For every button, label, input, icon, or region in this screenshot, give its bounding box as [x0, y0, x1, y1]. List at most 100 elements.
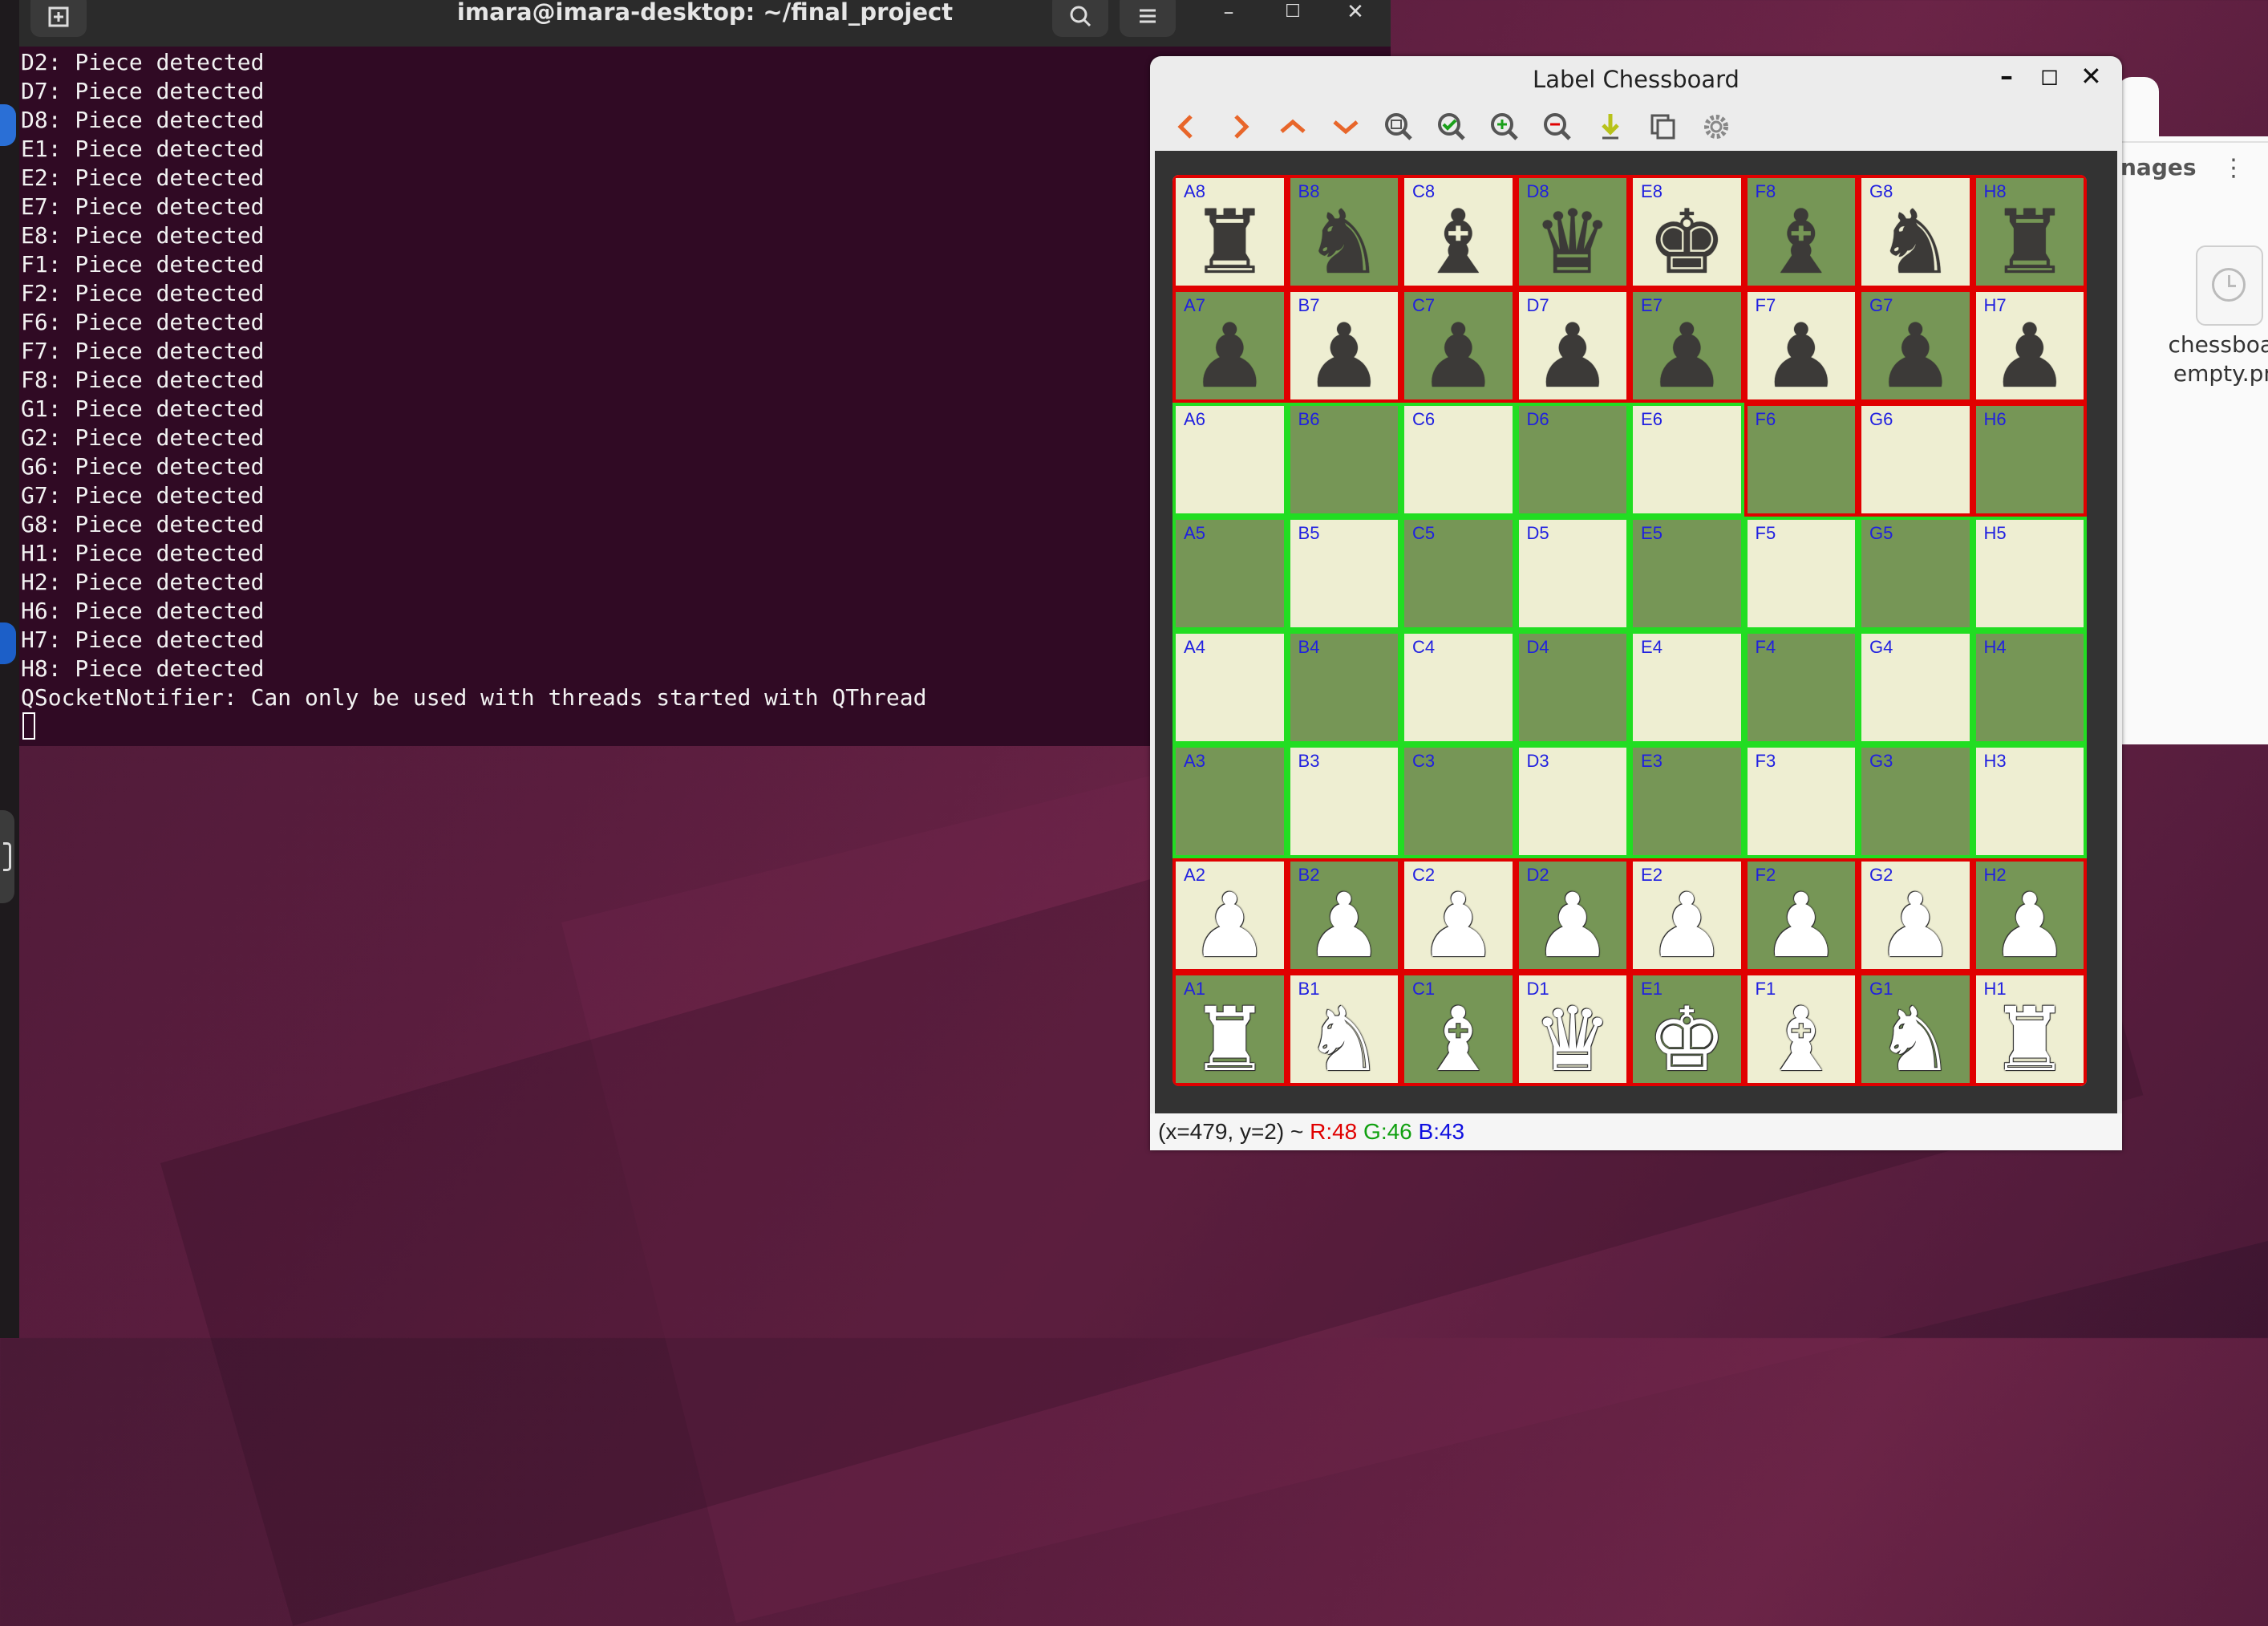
close-button[interactable]: ✕ — [2080, 61, 2102, 91]
terminal-cursor — [22, 712, 35, 740]
dock-app-terminal-icon[interactable] — [0, 810, 14, 903]
square-a3[interactable]: A3 — [1172, 744, 1287, 858]
square-d3[interactable]: D3 — [1515, 744, 1630, 858]
square-e7[interactable]: E7 ♟ — [1630, 289, 1744, 408]
terminal-line: G7: Piece detected — [21, 482, 265, 509]
square-a6[interactable]: A6 — [1172, 403, 1287, 517]
square-d2[interactable]: D2 ♟ — [1515, 858, 1630, 974]
fit-zoom-icon[interactable] — [1381, 109, 1416, 144]
square-f2[interactable]: F2 ♟ — [1744, 858, 1858, 974]
menu-button[interactable] — [1120, 0, 1176, 37]
square-a8[interactable]: A8 ♜ — [1172, 175, 1287, 290]
settings-gear-icon[interactable] — [1699, 109, 1734, 144]
square-d1[interactable]: D1 ♛ — [1515, 972, 1630, 1086]
square-f7[interactable]: F7 ♟ — [1744, 289, 1858, 404]
square-f3[interactable]: F3 — [1744, 744, 1858, 858]
square-a1[interactable]: A1 ♜ — [1172, 972, 1287, 1086]
check-icon[interactable] — [1434, 109, 1469, 144]
chessboard[interactable]: A8 ♜ B8 ♞ C8 ♝ D8 ♛ E8 ♚ F8 ♝ G8 ♞ H8 ♜ A7 ♟ B7 ♟ C7 ♟ D7 ♟ E7 ♟ F… — [1172, 175, 2087, 1086]
square-b1[interactable]: B1 ♞ — [1286, 972, 1401, 1086]
square-d8[interactable]: D8 ♛ — [1515, 175, 1630, 290]
close-button[interactable]: ✕ — [1339, 0, 1371, 24]
square-b4[interactable]: B4 — [1286, 631, 1401, 744]
square-c7[interactable]: C7 ♟ — [1401, 289, 1516, 408]
terminal-line: E2: Piece detected — [21, 164, 265, 191]
square-b3[interactable]: B3 — [1286, 744, 1401, 858]
search-button[interactable] — [1052, 0, 1108, 37]
square-c2[interactable]: C2 ♟ — [1401, 858, 1516, 974]
square-f5[interactable]: F5 — [1744, 517, 1858, 631]
square-h8[interactable]: H8 ♜ — [1972, 175, 2087, 290]
square-f8[interactable]: F8 ♝ — [1744, 175, 1858, 290]
down-arrow-icon[interactable] — [1328, 109, 1363, 144]
minimize-button[interactable]: – — [2000, 61, 2013, 91]
black-piece-icon: ♟ — [1418, 305, 1498, 408]
square-d5[interactable]: D5 — [1515, 517, 1630, 631]
square-c5[interactable]: C5 — [1401, 517, 1516, 631]
dock-app-icon[interactable] — [0, 622, 16, 664]
zoom-out-icon[interactable] — [1540, 109, 1575, 144]
square-a5[interactable]: A5 — [1172, 517, 1287, 631]
square-g2[interactable]: G2 ♟ — [1858, 858, 1973, 974]
square-c3[interactable]: C3 — [1401, 744, 1516, 858]
up-arrow-icon[interactable] — [1275, 109, 1310, 144]
square-g8[interactable]: G8 ♞ — [1858, 175, 1973, 290]
square-label: F4 — [1755, 637, 1776, 657]
download-icon[interactable] — [1593, 109, 1628, 144]
next-arrow-icon[interactable] — [1222, 109, 1258, 144]
image-canvas[interactable]: A8 ♜ B8 ♞ C8 ♝ D8 ♛ E8 ♚ F8 ♝ G8 ♞ H8 ♜ A7 ♟ B7 ♟ C7 ♟ D7 ♟ E7 ♟ F… — [1155, 151, 2117, 1113]
square-g1[interactable]: G1 ♞ — [1858, 972, 1973, 1086]
square-a4[interactable]: A4 — [1172, 631, 1287, 744]
square-d6[interactable]: D6 — [1515, 403, 1630, 517]
square-g7[interactable]: G7 ♟ — [1858, 289, 1973, 404]
square-h6[interactable]: H6 — [1972, 403, 2087, 517]
prev-arrow-icon[interactable] — [1169, 109, 1205, 144]
terminal-output[interactable]: D2: Piece detected D7: Piece detected D8: … — [21, 48, 926, 740]
square-c6[interactable]: C6 — [1401, 403, 1516, 517]
copy-icon[interactable] — [1646, 109, 1681, 144]
square-h1[interactable]: H1 ♜ — [1972, 972, 2087, 1086]
square-b2[interactable]: B2 ♟ — [1286, 858, 1401, 974]
square-h7[interactable]: H7 ♟ — [1972, 289, 2087, 404]
file-name[interactable]: chessboar empty.pn — [2157, 330, 2268, 388]
square-f1[interactable]: F1 ♝ — [1744, 972, 1858, 1086]
square-f4[interactable]: F4 — [1744, 631, 1858, 744]
recent-file-thumbnail[interactable] — [2196, 245, 2263, 326]
square-e8[interactable]: E8 ♚ — [1630, 175, 1744, 290]
square-f6[interactable]: F6 — [1744, 403, 1858, 517]
square-c8[interactable]: C8 ♝ — [1401, 175, 1516, 290]
square-g6[interactable]: G6 — [1858, 403, 1973, 517]
square-g4[interactable]: G4 — [1858, 631, 1973, 744]
zoom-in-icon[interactable] — [1487, 109, 1522, 144]
square-h3[interactable]: H3 — [1972, 744, 2087, 858]
square-a2[interactable]: A2 ♟ — [1172, 858, 1287, 974]
status-red: R:48 — [1310, 1119, 1358, 1144]
square-g5[interactable]: G5 — [1858, 517, 1973, 631]
square-a7[interactable]: A7 ♟ — [1172, 289, 1287, 404]
square-e1[interactable]: E1 ♚ — [1630, 972, 1744, 1086]
maximize-button[interactable]: ☐ — [1277, 0, 1309, 24]
square-e3[interactable]: E3 — [1630, 744, 1744, 858]
square-c4[interactable]: C4 — [1401, 631, 1516, 744]
square-d7[interactable]: D7 ♟ — [1515, 289, 1630, 404]
square-b8[interactable]: B8 ♞ — [1286, 175, 1401, 290]
square-b5[interactable]: B5 — [1286, 517, 1401, 631]
square-e5[interactable]: E5 — [1630, 517, 1744, 631]
square-h5[interactable]: H5 — [1972, 517, 2087, 631]
minimize-button[interactable]: – — [1213, 0, 1245, 24]
square-label: C4 — [1412, 637, 1436, 657]
square-e4[interactable]: E4 — [1630, 631, 1744, 744]
square-h2[interactable]: H2 ♟ — [1972, 858, 2087, 974]
square-b6[interactable]: B6 — [1286, 403, 1401, 517]
black-piece-icon: ♟ — [1646, 305, 1727, 408]
square-e6[interactable]: E6 — [1630, 403, 1744, 517]
maximize-button[interactable]: ◻ — [2040, 63, 2059, 89]
square-d4[interactable]: D4 — [1515, 631, 1630, 744]
files-menu-icon[interactable]: ⋮ — [2221, 154, 2246, 182]
dock-app-browser-icon[interactable] — [0, 104, 16, 146]
square-b7[interactable]: B7 ♟ — [1286, 289, 1401, 404]
square-e2[interactable]: E2 ♟ — [1630, 858, 1744, 974]
square-h4[interactable]: H4 — [1972, 631, 2087, 744]
square-c1[interactable]: C1 ♝ — [1401, 972, 1516, 1086]
square-g3[interactable]: G3 — [1858, 744, 1973, 858]
